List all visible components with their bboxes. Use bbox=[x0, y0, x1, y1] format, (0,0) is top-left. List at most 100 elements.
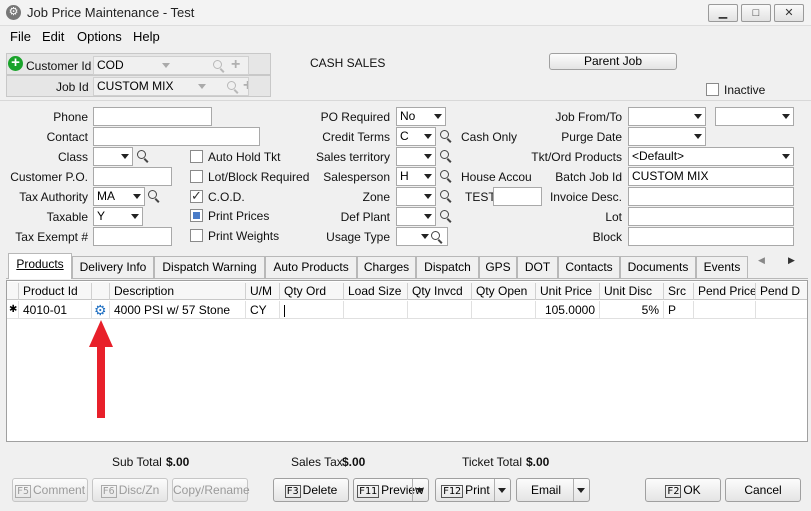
chevron-down-icon[interactable] bbox=[198, 84, 206, 89]
inactive-checkbox[interactable] bbox=[706, 83, 719, 96]
cell-src[interactable]: P bbox=[664, 301, 694, 319]
chevron-down-icon[interactable] bbox=[162, 63, 170, 68]
tab-dispatch[interactable]: Dispatch bbox=[416, 256, 479, 278]
minimize-button[interactable]: ▁ bbox=[708, 4, 738, 22]
cell-qty-invcd[interactable] bbox=[408, 301, 472, 319]
col-qty-open[interactable]: Qty Open bbox=[472, 283, 536, 300]
col-pend-d[interactable]: Pend D bbox=[756, 283, 806, 300]
cell-pend-d[interactable] bbox=[756, 301, 806, 319]
col-unit-price[interactable]: Unit Price bbox=[536, 283, 600, 300]
zone-search-icon[interactable] bbox=[440, 190, 449, 199]
cancel-button[interactable]: Cancel bbox=[725, 478, 801, 502]
menu-file[interactable]: File bbox=[10, 29, 31, 44]
parent-job-button[interactable]: Parent Job bbox=[549, 53, 677, 70]
disc-zn-button[interactable]: F6 Disc/Zn bbox=[92, 478, 168, 502]
tab-charges[interactable]: Charges bbox=[357, 256, 416, 278]
chevron-down-icon[interactable] bbox=[577, 488, 585, 493]
plus-icon[interactable]: + bbox=[231, 57, 240, 73]
lot-block-checkbox[interactable] bbox=[190, 170, 203, 183]
print-prices-checkbox[interactable] bbox=[190, 209, 203, 222]
cell-qty-ord[interactable] bbox=[280, 301, 344, 319]
def-plant-dropdown[interactable] bbox=[396, 207, 436, 226]
search-icon[interactable] bbox=[227, 81, 236, 90]
cell-product-id[interactable]: 4010-01 bbox=[19, 301, 92, 319]
email-dropdown-button[interactable] bbox=[573, 479, 589, 501]
invoice-desc-field[interactable] bbox=[628, 187, 794, 206]
search-icon[interactable] bbox=[213, 60, 222, 69]
class-search-icon[interactable] bbox=[137, 150, 146, 159]
sales-territory-dropdown[interactable] bbox=[396, 147, 436, 166]
tab-scroll-left-icon[interactable]: ◀ bbox=[758, 255, 765, 266]
tab-dot[interactable]: DOT bbox=[517, 256, 558, 278]
col-load-size[interactable]: Load Size bbox=[344, 283, 408, 300]
cell-um[interactable]: CY bbox=[246, 301, 280, 319]
batch-job-id-field[interactable]: CUSTOM MIX bbox=[628, 167, 794, 186]
chevron-down-icon[interactable] bbox=[694, 134, 702, 139]
tab-gps[interactable]: GPS bbox=[479, 256, 517, 278]
preview-button[interactable]: F11 Preview bbox=[353, 478, 429, 502]
col-unit-disc[interactable]: Unit Disc bbox=[600, 283, 664, 300]
chevron-down-icon[interactable] bbox=[434, 114, 442, 119]
customer-po-field[interactable] bbox=[93, 167, 172, 186]
chevron-down-icon[interactable] bbox=[424, 154, 432, 159]
chevron-down-icon[interactable] bbox=[424, 134, 432, 139]
salesperson-dropdown[interactable]: H bbox=[396, 167, 436, 186]
email-button[interactable]: Email bbox=[516, 478, 590, 502]
cell-description[interactable]: 4000 PSI w/ 57 Stone bbox=[110, 301, 246, 319]
taxable-dropdown[interactable]: Y bbox=[93, 207, 143, 226]
ok-button[interactable]: F2 OK bbox=[645, 478, 721, 502]
add-customer-icon[interactable]: + bbox=[8, 55, 23, 71]
chevron-down-icon[interactable] bbox=[131, 214, 139, 219]
cell-pend-price[interactable] bbox=[694, 301, 756, 319]
contact-field[interactable] bbox=[93, 127, 260, 146]
plus-icon[interactable]: + bbox=[243, 78, 248, 94]
chevron-down-icon[interactable] bbox=[416, 488, 424, 493]
tab-auto-products[interactable]: Auto Products bbox=[265, 256, 357, 278]
cod-checkbox[interactable]: ✓ bbox=[190, 189, 203, 203]
col-product-id[interactable]: Product Id bbox=[19, 283, 92, 300]
tax-authority-search-icon[interactable] bbox=[148, 190, 157, 199]
chevron-down-icon[interactable] bbox=[133, 194, 141, 199]
maximize-button[interactable]: □ bbox=[741, 4, 771, 22]
def-plant-search-icon[interactable] bbox=[440, 210, 449, 219]
job-to-dropdown[interactable] bbox=[715, 107, 794, 126]
chevron-down-icon[interactable] bbox=[121, 154, 129, 159]
menu-edit[interactable]: Edit bbox=[42, 29, 64, 44]
col-um[interactable]: U/M bbox=[246, 283, 280, 300]
tab-contacts[interactable]: Contacts bbox=[558, 256, 620, 278]
purge-date-dropdown[interactable] bbox=[628, 127, 706, 146]
print-weights-checkbox[interactable] bbox=[190, 229, 203, 242]
cell-unit-price[interactable]: 105.0000 bbox=[536, 301, 600, 319]
col-description[interactable]: Description bbox=[110, 283, 246, 300]
credit-terms-dropdown[interactable]: C bbox=[396, 127, 436, 146]
cell-load-size[interactable] bbox=[344, 301, 408, 319]
col-qty-ord[interactable]: Qty Ord bbox=[280, 283, 344, 300]
job-from-dropdown[interactable] bbox=[628, 107, 706, 126]
cell-unit-disc[interactable]: 5% bbox=[600, 301, 664, 319]
zone-dropdown[interactable] bbox=[396, 187, 436, 206]
close-button[interactable]: ✕ bbox=[774, 4, 804, 22]
tab-events[interactable]: Events bbox=[696, 256, 748, 278]
gear-icon[interactable]: ⚙ bbox=[94, 302, 107, 318]
salesperson-search-icon[interactable] bbox=[440, 170, 449, 179]
cell-qty-open[interactable] bbox=[472, 301, 536, 319]
comment-button[interactable]: F5 Comment bbox=[12, 478, 88, 502]
chevron-down-icon[interactable] bbox=[424, 174, 432, 179]
auto-hold-checkbox[interactable] bbox=[190, 150, 203, 163]
block-field[interactable] bbox=[628, 227, 794, 246]
tax-authority-dropdown[interactable]: MA bbox=[93, 187, 145, 206]
tkt-ord-products-dropdown[interactable]: <Default> bbox=[628, 147, 794, 166]
chevron-down-icon[interactable] bbox=[694, 114, 702, 119]
sales-territory-search-icon[interactable] bbox=[440, 150, 449, 159]
menu-options[interactable]: Options bbox=[77, 29, 122, 44]
col-src[interactable]: Src bbox=[664, 283, 694, 300]
class-dropdown[interactable] bbox=[93, 147, 133, 166]
lot-field[interactable] bbox=[628, 207, 794, 226]
tab-scroll-right-icon[interactable]: ▶ bbox=[788, 255, 795, 266]
preview-dropdown-button[interactable] bbox=[412, 479, 428, 501]
job-id-field[interactable]: CUSTOM MIX + bbox=[93, 77, 249, 96]
chevron-down-icon[interactable] bbox=[421, 234, 429, 239]
copy-rename-button[interactable]: Copy/Rename bbox=[172, 478, 250, 502]
tab-dispatch-warning[interactable]: Dispatch Warning bbox=[154, 256, 265, 278]
col-qty-invcd[interactable]: Qty Invcd bbox=[408, 283, 472, 300]
